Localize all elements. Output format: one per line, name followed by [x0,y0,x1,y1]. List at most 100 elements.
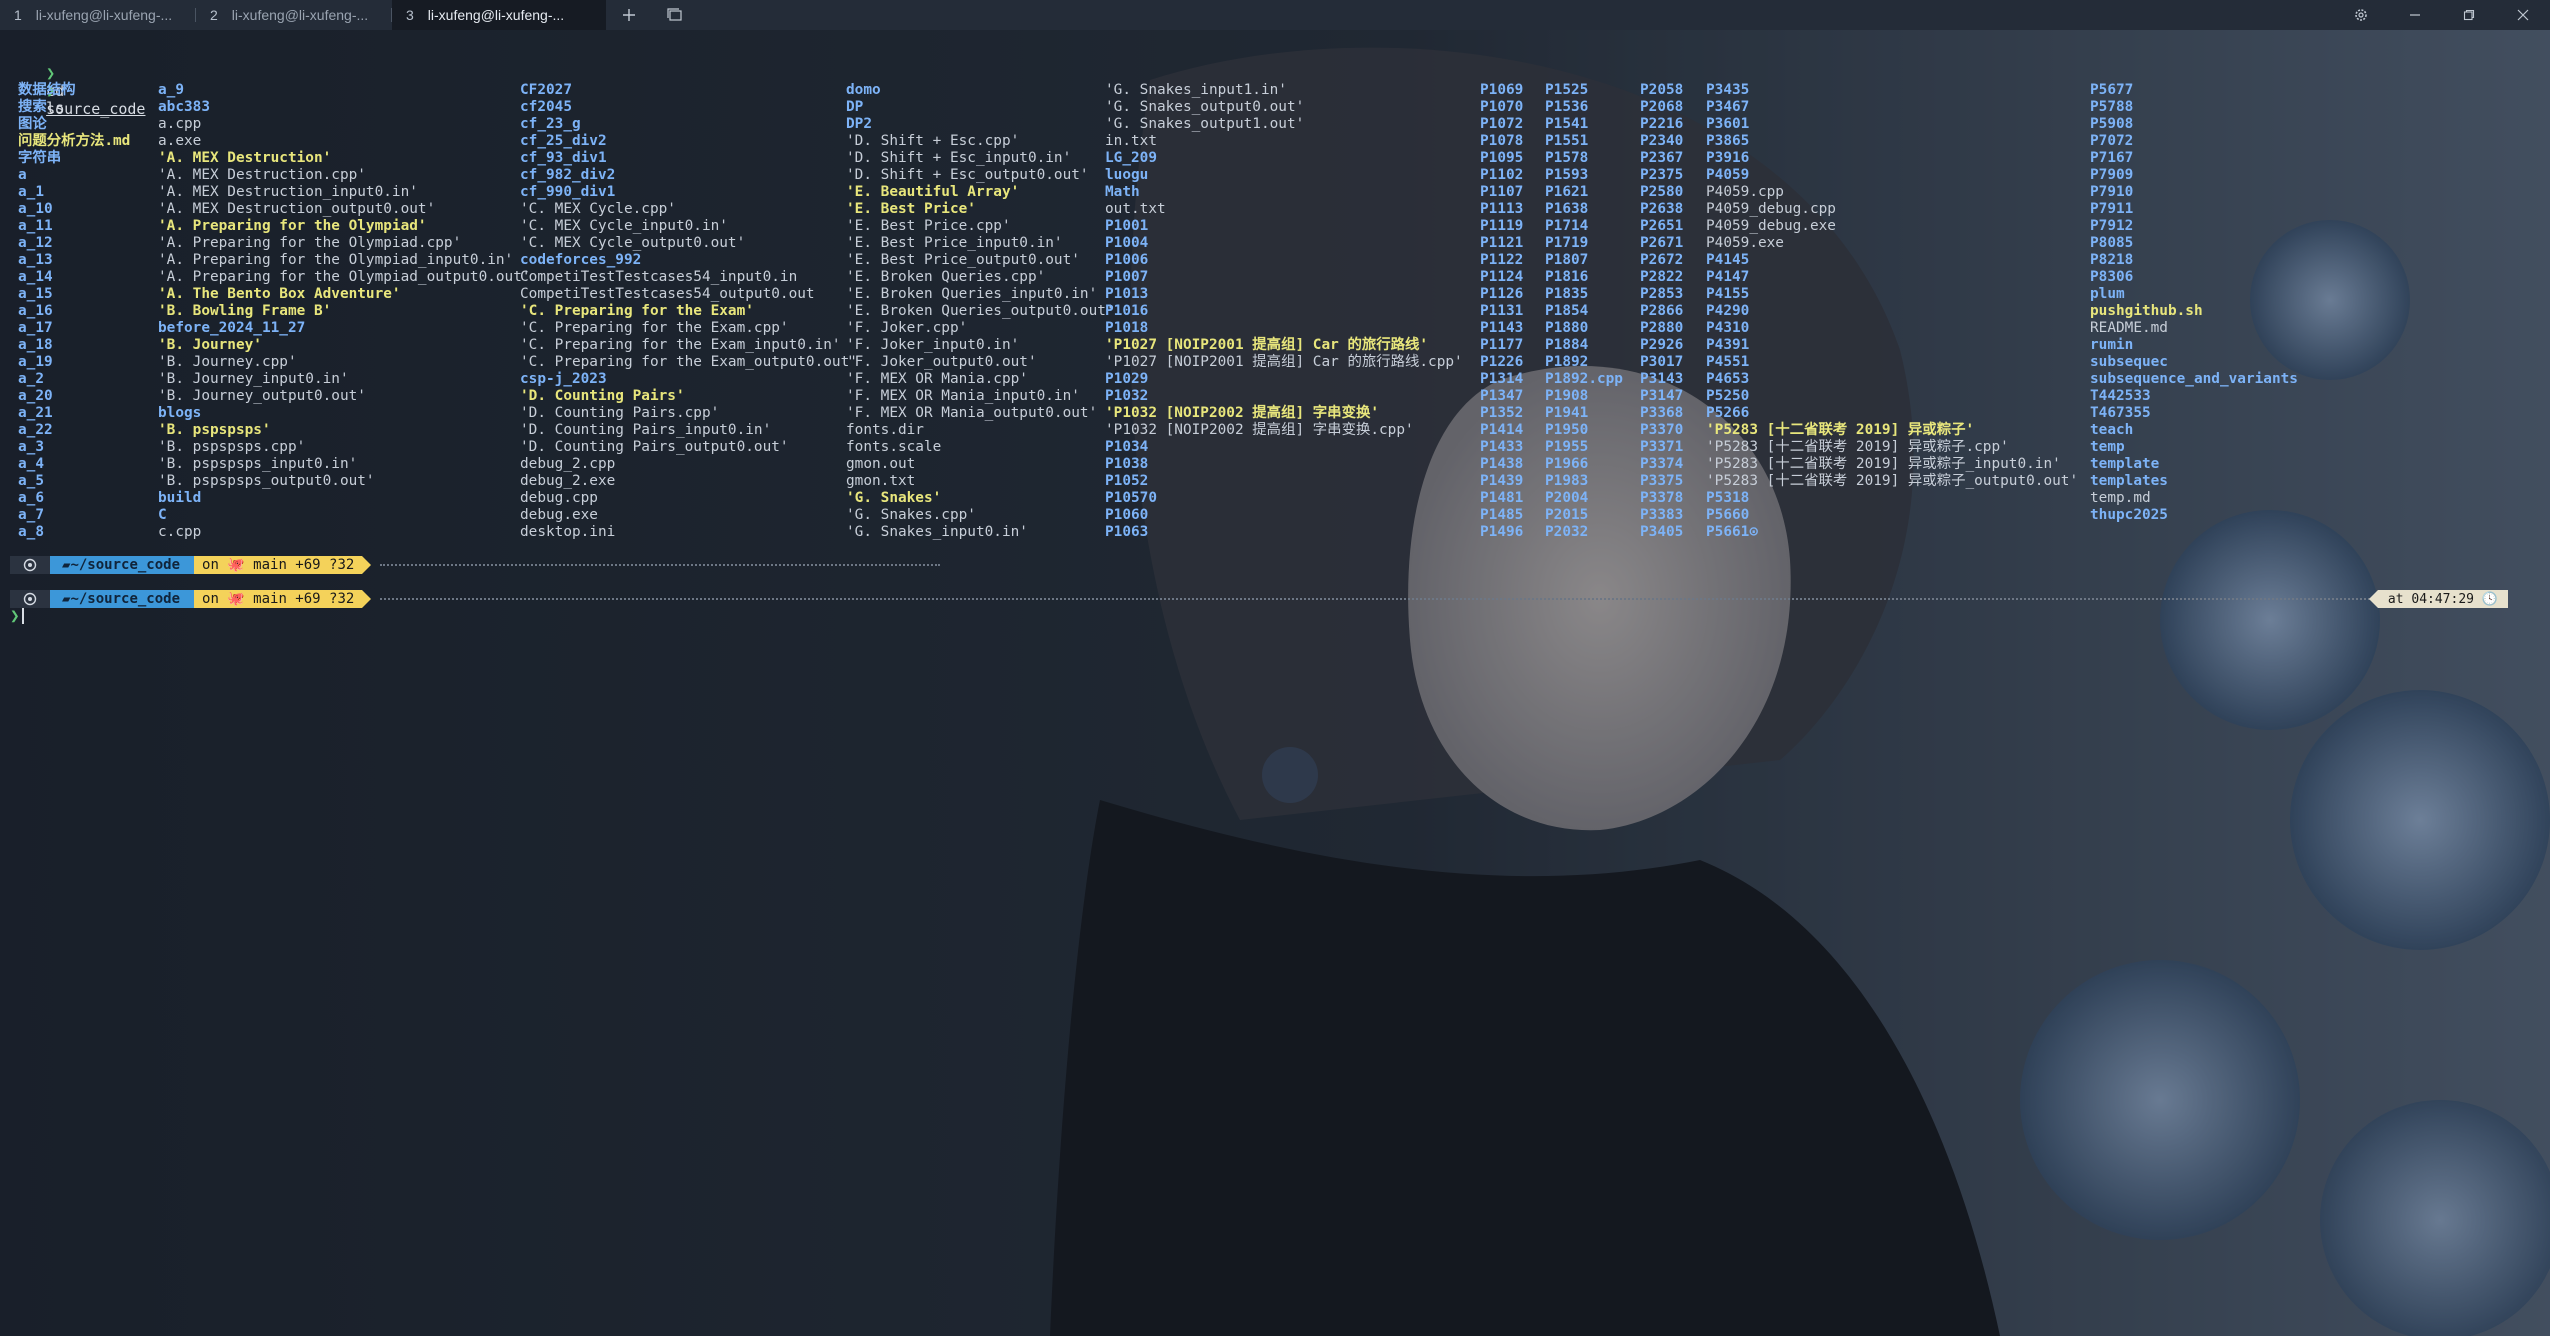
ls-column: 'G. Snakes_input1.in' 'G. Snakes_output0.… [1105,82,1463,541]
directory-entry: T442533 [2090,388,2151,404]
ls-column: a_9 abc383 a.cpp a.exe 'A. MEX Destruction' '… [158,82,531,541]
directory-entry: P1983 [1545,473,1589,489]
file-entry: temp.md [2090,490,2151,506]
directory-entry: P2068 [1640,99,1684,115]
directory-entry: P1016 [1105,303,1149,319]
directory-entry: 'B. Bowling Frame B' [158,303,332,319]
directory-entry: a_13 [18,252,53,268]
file-entry: 'F. MEX OR Mania_input0.in' [846,388,1080,404]
ls-column: P3435 P3467 P3601 P3865 P3916 P4059 P4059.cpp P… [1706,82,2078,541]
directory-entry: DP [846,99,864,115]
directory-entry: P1414 [1480,422,1524,438]
tab-3[interactable]: 3 li-xufeng@li-xufeng-... [392,0,606,30]
tab-list-icon[interactable] [652,0,698,30]
directory-entry: P1119 [1480,218,1524,234]
time-badge: at 04:47:29 🕓 [2368,590,2508,608]
file-entry: 'F. Joker_output0.out' [846,354,1037,370]
file-entry: 'A. Preparing for the Olympiad_input0.in… [158,252,514,268]
tab-label: li-xufeng@li-xufeng-... [427,7,565,23]
file-entry: 'P1027 [NOIP2001 提高组] Car 的旅行路线.cpp' [1105,354,1463,370]
directory-entry: cf_990_div1 [520,184,616,200]
directory-entry: P1941 [1545,405,1589,421]
directory-entry: P2580 [1640,184,1684,200]
directory-entry: T467355 [2090,405,2151,421]
directory-entry: P1481 [1480,490,1524,506]
file-entry: 'D. Counting Pairs.cpp' [520,405,720,421]
file-entry: gmon.txt [846,473,916,489]
directory-entry: cf_982_div2 [520,167,616,183]
directory-entry: P2367 [1640,150,1684,166]
directory-entry: P4145 [1706,252,1750,268]
plus-icon[interactable] [606,0,652,30]
directory-entry: P7912 [2090,218,2134,234]
directory-entry: P8306 [2090,269,2134,285]
text-cursor[interactable] [22,608,24,624]
segment-arrow [362,590,372,608]
tab-2[interactable]: 2 li-xufeng@li-xufeng-... [196,0,392,30]
directory-entry: P7072 [2090,133,2134,149]
file-entry: P4059.exe [1706,235,1784,251]
directory-entry: 'A. The Bento Box Adventure' [158,286,401,302]
tab-number: 1 [14,7,22,23]
directory-entry: P1013 [1105,286,1149,302]
directory-entry: 'C. Preparing for the Exam' [520,303,754,319]
minimize-icon[interactable] [2388,0,2442,30]
directory-entry: P1122 [1480,252,1524,268]
directory-entry: P3916 [1706,150,1750,166]
time-text: at 04:47:29 🕓 [2387,591,2498,607]
file-entry: 'G. Snakes_output1.out' [1105,116,1305,132]
directory-entry: P1006 [1105,252,1149,268]
file-entry: README.md [2090,320,2168,336]
tab-number: 3 [406,7,414,23]
directory-entry: P1107 [1480,184,1524,200]
directory-entry: P3370 [1640,422,1684,438]
directory-entry: P4290 [1706,303,1750,319]
directory-entry: P1880 [1545,320,1589,336]
directory-entry: P4653 [1706,371,1750,387]
directory-entry: build [158,490,202,506]
directory-entry: P1095 [1480,150,1524,166]
file-entry: 'C. MEX Cycle_input0.in' [520,218,728,234]
directory-entry: P1892 [1545,354,1589,370]
directory-entry: a_15 [18,286,53,302]
terminal-area[interactable]: ❯ cd source_code ❯ ls 数据结构 搜索 图论 问题分析方法.md 字… [0,30,2550,1336]
file-entry: 'B. pspspsps_input0.in' [158,456,358,472]
directory-entry: P1038 [1105,456,1149,472]
directory-entry: P1908 [1545,388,1589,404]
directory-entry: P3147 [1640,388,1684,404]
directory-entry: P1070 [1480,99,1524,115]
directory-entry: P1072 [1480,116,1524,132]
directory-entry: thupc2025 [2090,507,2168,523]
ls-column: CF2027 cf2045 cf_23_g cf_25_div2 cf_93_div1 c… [520,82,858,541]
file-entry: 'C. Preparing for the Exam_output0.out' [520,354,858,370]
directory-entry: csp-j_2023 [520,371,607,387]
directory-entry: 搜索 [18,99,47,115]
file-entry: debug.exe [520,507,598,523]
file-entry: 'G. Snakes_input0.in' [846,524,1028,540]
directory-entry: P7911 [2090,201,2134,217]
directory-entry: P3371 [1640,439,1684,455]
directory-entry: P1884 [1545,337,1589,353]
file-entry: 'B. Journey_output0.out' [158,388,366,404]
directory-entry: P1496 [1480,524,1524,540]
directory-entry: P5266 [1706,405,1750,421]
close-icon[interactable] [2496,0,2550,30]
directory-entry: P1001 [1105,218,1149,234]
directory-entry: P1621 [1545,184,1589,200]
directory-entry: subsequence_and_variants [2090,371,2298,387]
directory-entry: LG_209 [1105,150,1157,166]
directory-entry: a_20 [18,388,53,404]
directory-entry: P2822 [1640,269,1684,285]
directory-entry: a_9 [158,82,184,98]
directory-entry: P5250 [1706,388,1750,404]
tab-1[interactable]: 1 li-xufeng@li-xufeng-... [0,0,196,30]
file-entry: 'E. Best Price.cpp' [846,218,1011,234]
directory-entry: P1226 [1480,354,1524,370]
directory-entry: P2004 [1545,490,1589,506]
tab-label: li-xufeng@li-xufeng-... [35,7,173,23]
directory-entry: cf_23_g [520,116,581,132]
git-status: on 🐙 main +69 ?32 [194,590,363,608]
maximize-icon[interactable] [2442,0,2496,30]
directory-entry: P2216 [1640,116,1684,132]
gear-icon[interactable] [2334,0,2388,30]
